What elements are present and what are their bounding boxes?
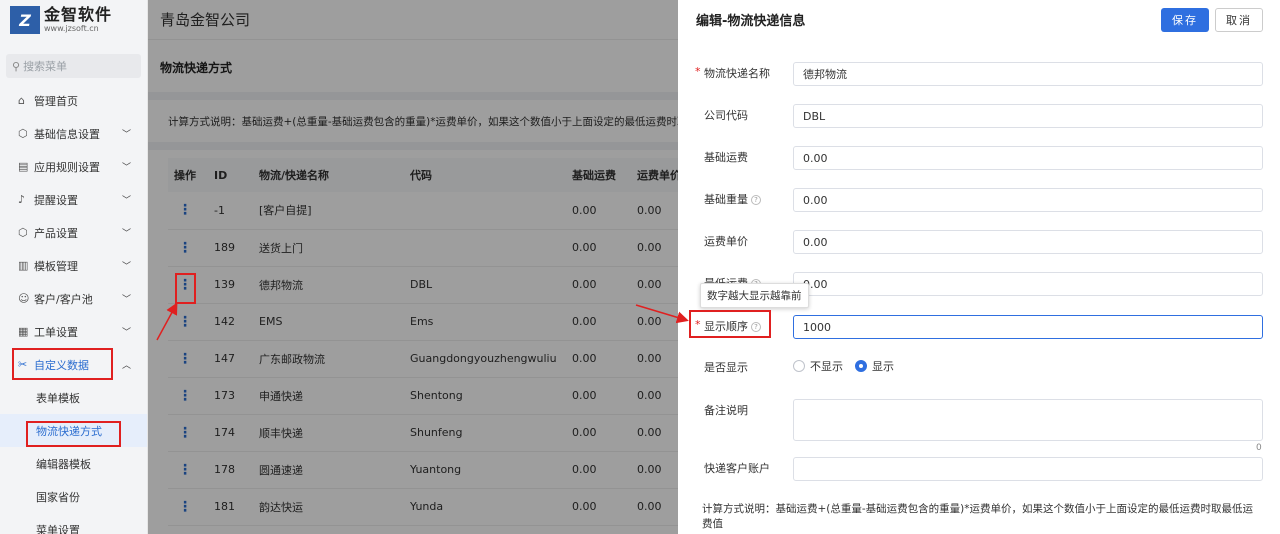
sidebar-subitem-0[interactable]: 表单模板 [0, 381, 147, 414]
sidebar-item-label: 基础信息设置 [34, 127, 100, 141]
field-unit-price-label: 运费单价 [704, 235, 748, 248]
sidebar-item-5[interactable]: ▥ 模板管理 ﹀ [0, 249, 147, 282]
ticket-icon: ▦ [18, 325, 29, 338]
custom-data-icon: ✂ [18, 358, 28, 371]
help-icon[interactable]: ? [751, 195, 761, 205]
chevron-down-icon: ﹀ [121, 196, 131, 206]
sidebar-item-label: 模板管理 [34, 259, 78, 273]
logistics-name-input[interactable]: 德邦物流 [793, 62, 1263, 86]
sidebar-item-label: 工单设置 [34, 325, 78, 339]
sidebar-item-6[interactable]: ☺ 客户/客户池 ﹀ [0, 282, 147, 315]
sidebar-item-4[interactable]: ⬡ 产品设置 ﹀ [0, 216, 147, 249]
sidebar-item-label: 客户/客户池 [34, 292, 93, 306]
sidebar-item-label: 产品设置 [34, 226, 78, 240]
sidebar-item-2[interactable]: ▤ 应用规则设置 ﹀ [0, 150, 147, 183]
sidebar-subitem-3[interactable]: 国家省份 [0, 480, 147, 513]
bell-icon: ♪ [18, 193, 26, 206]
sidebar-subitem-2[interactable]: 编辑器模板 [0, 447, 147, 480]
help-tooltip: 数字越大显示越靠前 [700, 283, 809, 308]
field-visible-label: 是否显示 [704, 361, 748, 374]
base-fee-input[interactable]: 0.00 [793, 146, 1263, 170]
product-icon: ⬡ [18, 226, 28, 239]
logo-mark: Z [10, 6, 40, 34]
search-placeholder: 搜索菜单 [23, 60, 68, 73]
file-icon: ▤ [18, 160, 29, 173]
chevron-down-icon: ﹀ [121, 328, 131, 338]
field-name-label: * 物流快递名称 [695, 65, 770, 80]
char-count: 0 [1256, 443, 1262, 453]
sidebar-item-8[interactable]: ✂ 自定义数据 ︿ [0, 348, 147, 381]
field-code-label: 公司代码 [704, 109, 748, 122]
help-icon[interactable]: ? [751, 322, 761, 332]
base-weight-input[interactable]: 0.00 [793, 188, 1263, 212]
radio-show[interactable] [855, 360, 867, 372]
sidebar: Z 金智软件 www.jzsoft.cn ⚲ 搜索菜单 ⌂ 管理首页 ⬡ 基础信息设置… [0, 0, 148, 534]
modal-mask[interactable] [148, 0, 678, 534]
sidebar-item-label: 管理首页 [34, 94, 78, 108]
search-menu-input[interactable]: ⚲ 搜索菜单 [6, 54, 141, 78]
radio-hide-label[interactable]: 不显示 [810, 358, 843, 374]
logo-url: www.jzsoft.cn [44, 24, 99, 33]
chevron-up-icon: ︿ [121, 361, 131, 371]
radio-hide[interactable] [793, 360, 805, 372]
save-button[interactable]: 保存 [1161, 8, 1209, 32]
min-fee-input[interactable]: 0.00 [793, 272, 1263, 296]
sidebar-menu: ⌂ 管理首页 ⬡ 基础信息设置 ﹀ ▤ 应用规则设置 ﹀ ♪ 提醒设置 ﹀ ⬡ 产品设置 ﹀ ▥ 模板管理 ﹀ ☺… [0, 84, 147, 534]
remark-textarea[interactable] [793, 399, 1263, 441]
chevron-down-icon: ﹀ [121, 163, 131, 173]
chevron-down-icon: ﹀ [121, 229, 131, 239]
field-base-weight-label: 基础重量? [704, 191, 761, 207]
chevron-down-icon: ﹀ [121, 262, 131, 272]
courier-account-input[interactable] [793, 457, 1263, 481]
chevron-down-icon: ﹀ [121, 295, 131, 305]
field-order-label: * 显示顺序? [695, 318, 761, 334]
sidebar-item-7[interactable]: ▦ 工单设置 ﹀ [0, 315, 147, 348]
sidebar-item-3[interactable]: ♪ 提醒设置 ﹀ [0, 183, 147, 216]
sidebar-item-label: 自定义数据 [34, 358, 89, 372]
sidebar-item-1[interactable]: ⬡ 基础信息设置 ﹀ [0, 117, 147, 150]
edit-drawer: 编辑-物流快递信息 保存 取消 * 物流快递名称 德邦物流 公司代码 DBL 基础… [678, 0, 1280, 534]
search-icon: ⚲ [12, 59, 21, 73]
drawer-title: 编辑-物流快递信息 [696, 14, 806, 29]
sidebar-item-0[interactable]: ⌂ 管理首页 [0, 84, 147, 117]
home-icon: ⌂ [18, 94, 25, 107]
logo-name: 金智软件 [44, 5, 113, 24]
unit-price-input[interactable]: 0.00 [793, 230, 1263, 254]
sidebar-subitem-4[interactable]: 菜单设置 [0, 513, 147, 534]
display-order-input[interactable]: 1000 [793, 315, 1263, 339]
cancel-button[interactable]: 取消 [1215, 8, 1263, 32]
visible-radio-group: 不显示 显示 [793, 358, 906, 374]
field-account-label: 快递客户账户 [704, 462, 770, 475]
radio-show-label[interactable]: 显示 [872, 358, 894, 374]
template-icon: ▥ [18, 259, 29, 272]
sidebar-item-label: 应用规则设置 [34, 160, 100, 174]
field-base-fee-label: 基础运费 [704, 151, 748, 164]
drawer-calc-note: 计算方式说明：基础运费+(总重量-基础运费包含的重量)*运费单价，如果这个数值小… [702, 503, 1254, 530]
sidebar-subitem-1[interactable]: 物流快递方式 [0, 414, 147, 447]
field-remark-label: 备注说明 [704, 404, 748, 417]
cube-icon: ⬡ [18, 127, 28, 140]
company-code-input[interactable]: DBL [793, 104, 1263, 128]
chevron-down-icon: ﹀ [121, 130, 131, 140]
user-icon: ☺ [18, 292, 30, 305]
logo: Z 金智软件 www.jzsoft.cn [0, 0, 147, 40]
sidebar-item-label: 提醒设置 [34, 193, 78, 207]
